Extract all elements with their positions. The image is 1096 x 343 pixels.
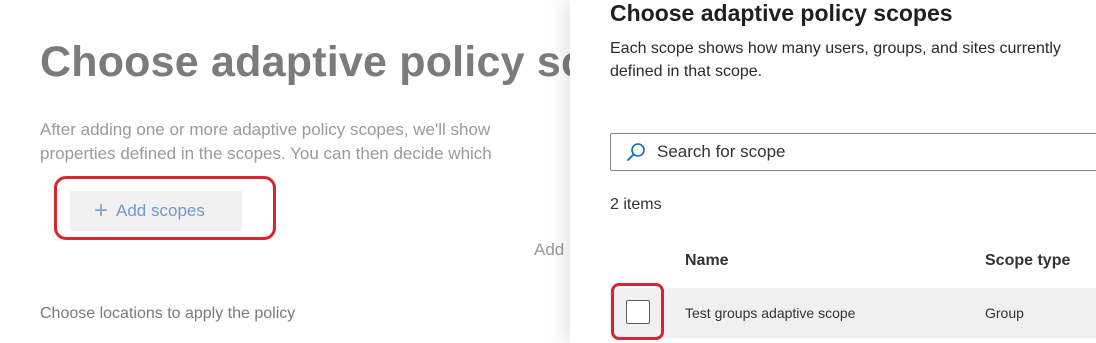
search-box[interactable] [610,133,1096,171]
scopes-flyout-panel: Choose adaptive policy scopes Each scope… [570,0,1096,343]
add-link-text[interactable]: Add [534,240,564,260]
column-header-scope-type[interactable]: Scope type [985,252,1070,270]
search-icon [627,143,645,161]
search-input[interactable] [655,141,1059,163]
add-scopes-button[interactable]: + Add scopes [70,191,242,231]
panel-description-line-2: defined in that scope. [610,63,763,80]
plus-icon: + [94,197,109,224]
add-scopes-label: Add scopes [116,201,205,220]
row-name-cell: Test groups adaptive scope [685,305,856,321]
page-description-line-1: After adding one or more adaptive policy… [40,120,491,139]
column-header-name[interactable]: Name [685,252,729,270]
table-row[interactable]: Test groups adaptive scope Group [610,288,1096,338]
page-description-line-2: properties defined in the scopes. You ca… [40,144,492,163]
panel-title: Choose adaptive policy scopes [610,0,953,26]
panel-description: Each scope shows how many users, groups,… [610,37,1096,83]
item-count: 2 items [610,196,662,213]
row-scope-type-cell: Group [985,305,1024,321]
row-checkbox[interactable] [626,300,650,324]
panel-description-line-1: Each scope shows how many users, groups,… [610,40,1061,57]
locations-heading: Choose locations to apply the policy [40,305,296,322]
page-description: After adding one or more adaptive policy… [40,118,660,166]
